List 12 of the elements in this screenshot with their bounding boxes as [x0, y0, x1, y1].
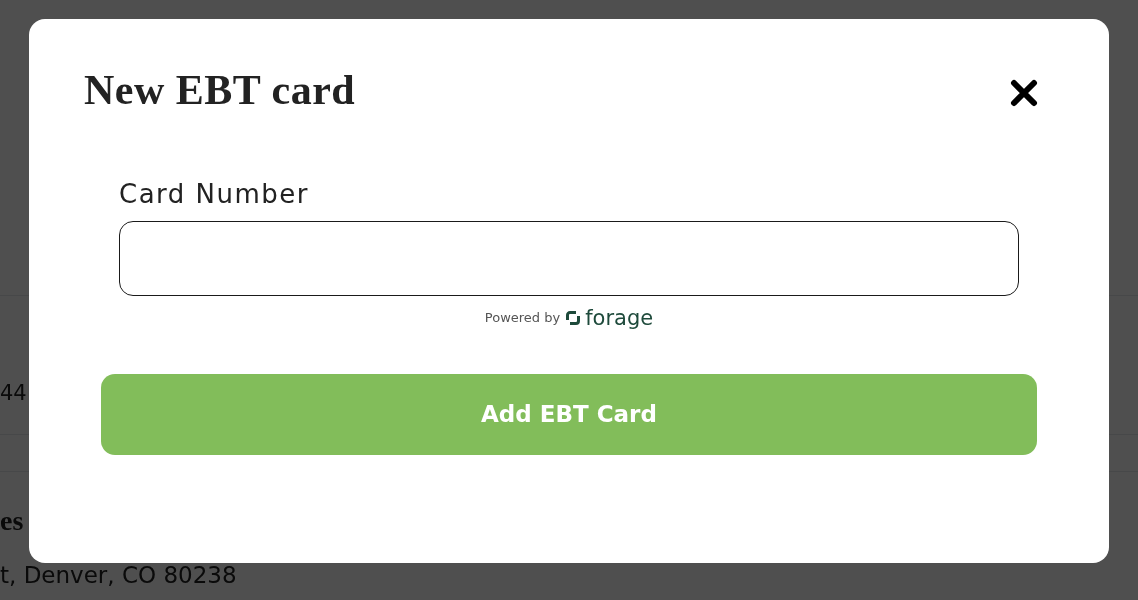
powered-by-text: Powered by: [484, 310, 561, 326]
logo-icon: [566, 311, 581, 325]
address-text: t, Denver, CO 80238: [0, 563, 237, 587]
section-heading: es: [0, 504, 24, 538]
dialog-title: New EBT card: [84, 66, 356, 114]
card-number-field[interactable]: [119, 221, 1019, 296]
close-icon: [1010, 79, 1038, 107]
close-button[interactable]: [1010, 79, 1038, 107]
number-text: 44: [0, 380, 27, 407]
field-label: Card Number: [119, 178, 310, 210]
brand-name: forage: [585, 306, 654, 330]
add-card-button[interactable]: Add EBT Card: [101, 374, 1037, 455]
